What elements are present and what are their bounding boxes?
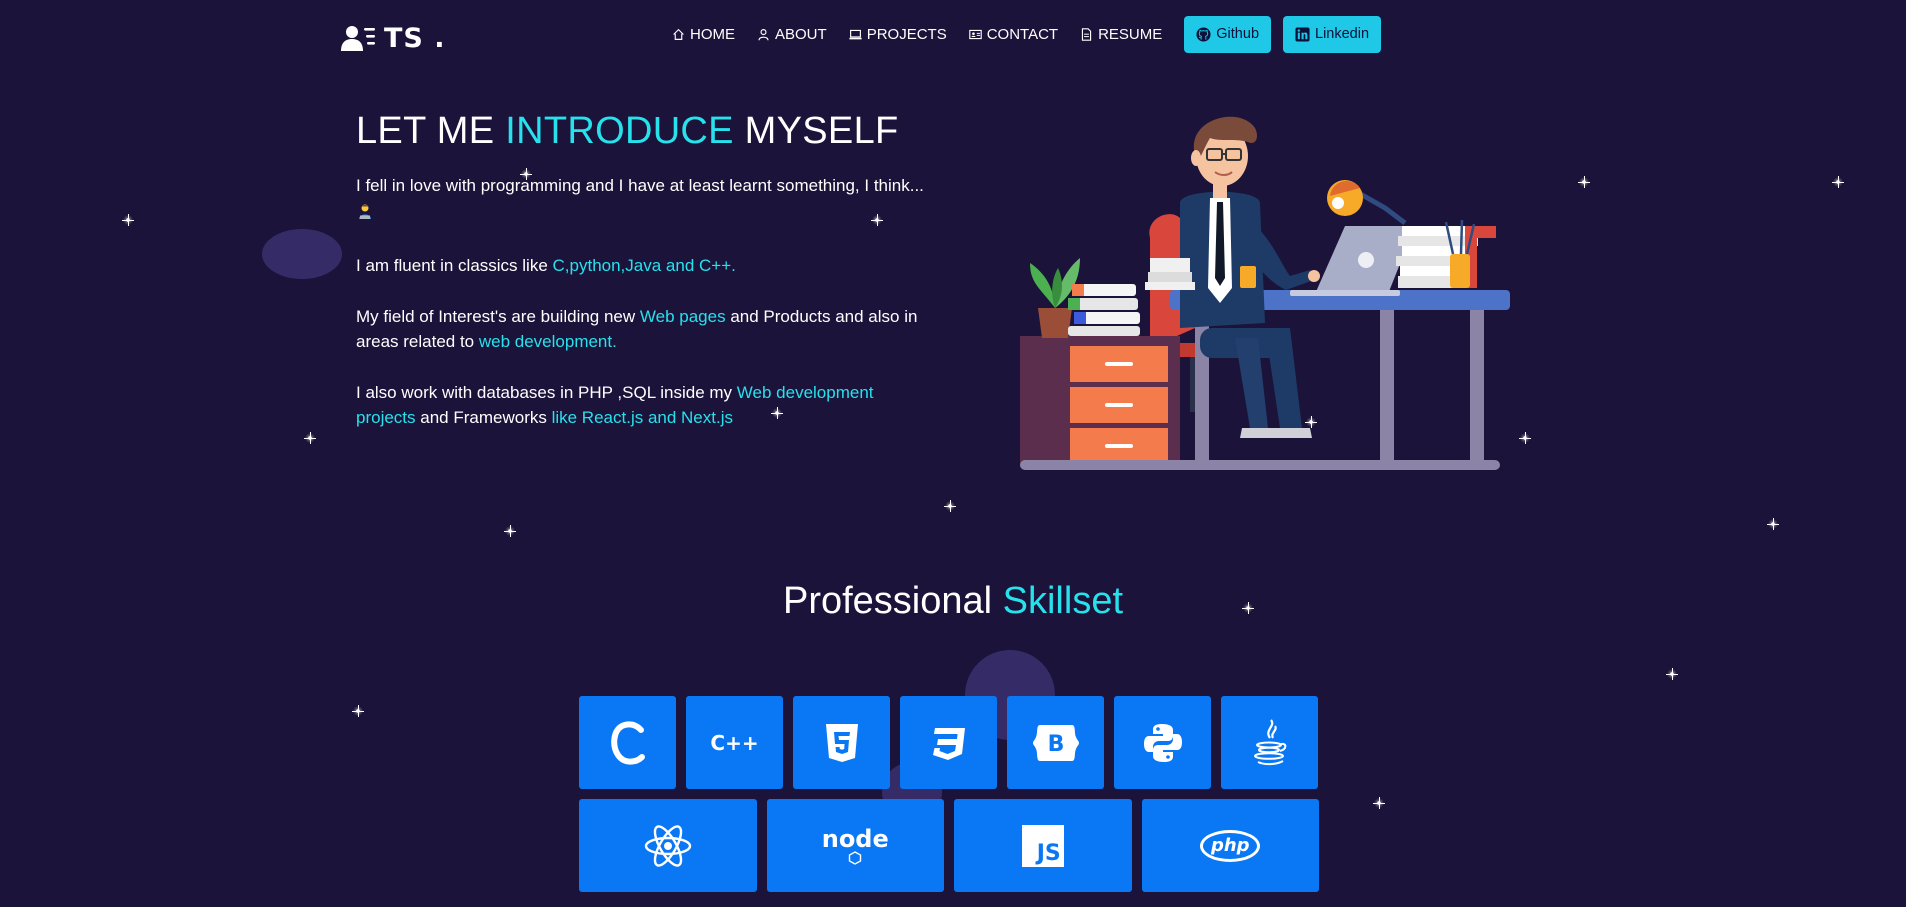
- nav-about-label: ABOUT: [775, 25, 827, 43]
- contact-card-icon: [968, 29, 982, 39]
- star-decoration: [304, 432, 316, 444]
- star-decoration: [122, 214, 134, 226]
- skills-title: Professional Skillset: [0, 580, 1906, 623]
- main-nav: HOME ABOUT PROJECTS CONTACT RESUME Githu…: [672, 15, 1393, 53]
- nodejs-hex-icon: [849, 850, 862, 865]
- c-icon: [610, 720, 645, 765]
- intro-paragraph-3: My field of Interest's are building new …: [356, 304, 936, 355]
- laptop-icon: [849, 29, 862, 39]
- skill-tile-html5[interactable]: [793, 696, 890, 789]
- document-icon: [1081, 27, 1092, 41]
- intro-p3-text: My field of Interest's are building new: [356, 306, 640, 326]
- intro-p4-text: I also work with databases in PHP ,SQL i…: [356, 382, 737, 402]
- skills-row-2: node JS php: [579, 799, 1319, 892]
- brand-logo[interactable]: TS .: [340, 22, 446, 54]
- home-icon: [673, 28, 684, 40]
- intro-p4-mid: and Frameworks: [415, 408, 552, 427]
- cpp-icon: C++: [710, 730, 759, 755]
- skill-tile-nodejs[interactable]: node: [766, 799, 944, 892]
- star-decoration: [1832, 176, 1844, 188]
- star-decoration: [944, 500, 956, 512]
- javascript-icon: JS: [1021, 824, 1064, 867]
- user-icon: [758, 28, 769, 40]
- react-icon: [644, 824, 691, 867]
- javascript-letters: JS: [1036, 840, 1061, 866]
- intro-title-pre: LET ME: [356, 110, 506, 152]
- skill-tile-bootstrap[interactable]: B: [1007, 696, 1104, 789]
- skill-tile-c[interactable]: [579, 696, 676, 789]
- linkedin-button[interactable]: Linkedin: [1283, 15, 1382, 53]
- star-decoration: [1767, 518, 1779, 530]
- skill-tile-react[interactable]: [579, 799, 757, 892]
- linkedin-icon: [1295, 26, 1310, 42]
- intro-title-post: MYSELF: [733, 110, 899, 152]
- skill-tile-python[interactable]: [1114, 696, 1211, 789]
- css3-icon: [932, 727, 965, 760]
- nav-resume-label: RESUME: [1098, 25, 1163, 43]
- skills-grid: C++ B node JS php: [579, 696, 1319, 902]
- intro-p2-accent: C,python,Java and C++.: [552, 256, 736, 275]
- developer-at-desk-illustration: [1020, 116, 1510, 470]
- nav-contact[interactable]: CONTACT: [968, 25, 1059, 43]
- technologist-emoji-icon: [359, 204, 371, 219]
- brand-text: TS .: [384, 22, 446, 54]
- bubble-decoration: [262, 229, 342, 279]
- skill-tile-cpp[interactable]: C++: [686, 696, 783, 789]
- skill-tile-java[interactable]: [1221, 696, 1318, 789]
- nav-home[interactable]: HOME: [672, 26, 735, 43]
- nodejs-wordmark: node: [821, 824, 889, 853]
- star-decoration: [504, 525, 516, 537]
- star-decoration: [1578, 176, 1590, 188]
- python-icon: [1143, 723, 1182, 762]
- intro-title-accent: INTRODUCE: [505, 110, 734, 152]
- github-label: Github: [1216, 26, 1260, 42]
- nav-resume[interactable]: RESUME: [1080, 26, 1162, 43]
- skill-tile-css3[interactable]: [900, 696, 997, 789]
- bootstrap-letter: B: [1047, 732, 1064, 757]
- star-decoration: [1666, 668, 1678, 680]
- bootstrap-icon: B: [1032, 724, 1079, 761]
- intro-p3-accent-2: web development.: [478, 332, 617, 351]
- intro-p4-accent-2: like React.js and Next.js: [551, 408, 733, 427]
- intro-paragraph-4: I also work with databases in PHP ,SQL i…: [356, 380, 936, 431]
- intro-body: I fell in love with programming and I ha…: [356, 173, 936, 456]
- intro-p1-text: I fell in love with programming and I ha…: [356, 176, 924, 195]
- star-decoration: [1373, 797, 1385, 809]
- java-icon: [1253, 718, 1286, 765]
- nav-projects-label: PROJECTS: [866, 25, 947, 43]
- github-icon: [1196, 26, 1211, 42]
- intro-p2-text: I am fluent in classics like: [356, 256, 553, 275]
- github-button[interactable]: Github: [1184, 15, 1272, 53]
- nav-contact-label: CONTACT: [986, 25, 1059, 43]
- skill-tile-php[interactable]: php: [1141, 799, 1319, 892]
- star-decoration: [352, 705, 364, 717]
- skills-title-accent: Skillset: [1002, 580, 1124, 622]
- linkedin-label: Linkedin: [1315, 26, 1370, 42]
- nodejs-icon: node: [822, 827, 889, 865]
- skills-title-pre: Professional: [782, 580, 1003, 622]
- nav-about[interactable]: ABOUT: [757, 26, 827, 43]
- intro-paragraph-1: I fell in love with programming and I ha…: [356, 173, 936, 228]
- skill-tile-javascript[interactable]: JS: [954, 799, 1132, 892]
- skills-row-1: C++ B: [579, 696, 1319, 789]
- nav-home-label: HOME: [690, 25, 735, 43]
- intro-p3-accent-1: Web pages: [639, 306, 726, 326]
- star-decoration: [1519, 432, 1531, 444]
- html5-icon: [825, 723, 858, 762]
- user-list-icon: [341, 26, 375, 51]
- intro-title: LET ME INTRODUCE MYSELF: [356, 110, 899, 153]
- php-icon: php: [1200, 829, 1261, 862]
- php-letters: php: [1210, 835, 1250, 856]
- intro-paragraph-2: I am fluent in classics like C,python,Ja…: [356, 253, 936, 279]
- nav-projects[interactable]: PROJECTS: [849, 26, 947, 43]
